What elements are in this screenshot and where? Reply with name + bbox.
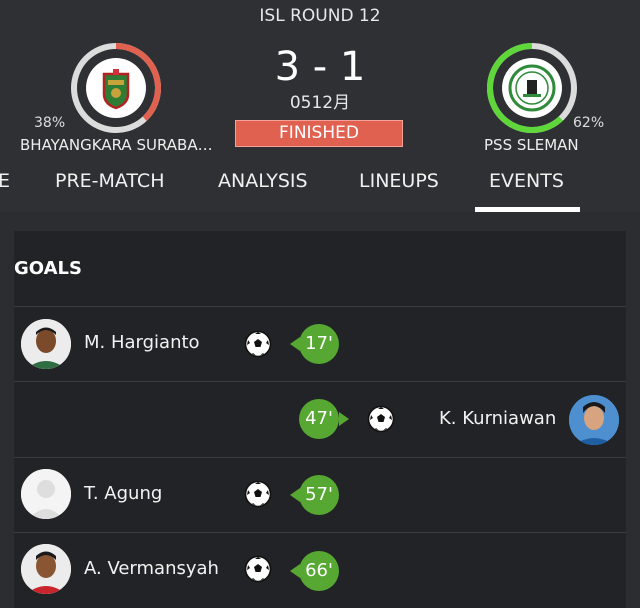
- soccer-ball-icon: [367, 405, 395, 433]
- player-name: A. Vermansyah: [84, 558, 219, 579]
- tab-lineups[interactable]: LINEUPS: [359, 170, 439, 192]
- away-team-crest[interactable]: [486, 42, 578, 134]
- player-name: T. Agung: [84, 483, 163, 504]
- player-avatar-icon: [21, 319, 71, 369]
- player-name: K. Kurniawan: [439, 408, 557, 429]
- home-possession-percent: 38%: [34, 115, 66, 131]
- goal-minute-badge: 47': [299, 399, 339, 439]
- active-tab-indicator: [475, 207, 580, 212]
- row-divider: [14, 306, 626, 307]
- soccer-ball-icon: [244, 480, 272, 508]
- minute-pointer: [339, 412, 349, 426]
- row-divider: [14, 457, 626, 458]
- tab-overview-partial[interactable]: E: [0, 170, 10, 192]
- away-team-name: PSS SLEMAN: [484, 136, 579, 154]
- goal-minute-badge: 17': [299, 324, 339, 364]
- player-avatar-icon: [569, 395, 619, 445]
- team-crest-icon: [502, 58, 562, 118]
- goal-minute-badge: 66': [299, 551, 339, 591]
- tab-pre-match[interactable]: PRE-MATCH: [55, 170, 164, 192]
- row-divider: [14, 532, 626, 533]
- player-name: M. Hargianto: [84, 332, 200, 353]
- round-label: ISL ROUND 12: [259, 6, 381, 26]
- match-header: ISL ROUND 12 38% BHAYANGKARA SURABA… 3 -…: [0, 0, 640, 160]
- soccer-ball-icon: [244, 330, 272, 358]
- tab-events[interactable]: EVENTS: [489, 170, 564, 192]
- goals-section-title: GOALS: [14, 258, 82, 279]
- player-avatar-icon: [21, 544, 71, 594]
- away-possession-percent: 62%: [573, 115, 605, 131]
- match-status-badge: FINISHED: [235, 120, 403, 147]
- row-divider: [14, 381, 626, 382]
- soccer-ball-icon: [244, 555, 272, 583]
- home-team-name: BHAYANGKARA SURABA…: [20, 136, 213, 154]
- tab-analysis[interactable]: ANALYSIS: [218, 170, 308, 192]
- goal-minute-badge: 57': [299, 475, 339, 515]
- tab-bar: E PRE-MATCH ANALYSIS LINEUPS EVENTS: [0, 160, 640, 212]
- player-avatar-icon: [21, 469, 71, 519]
